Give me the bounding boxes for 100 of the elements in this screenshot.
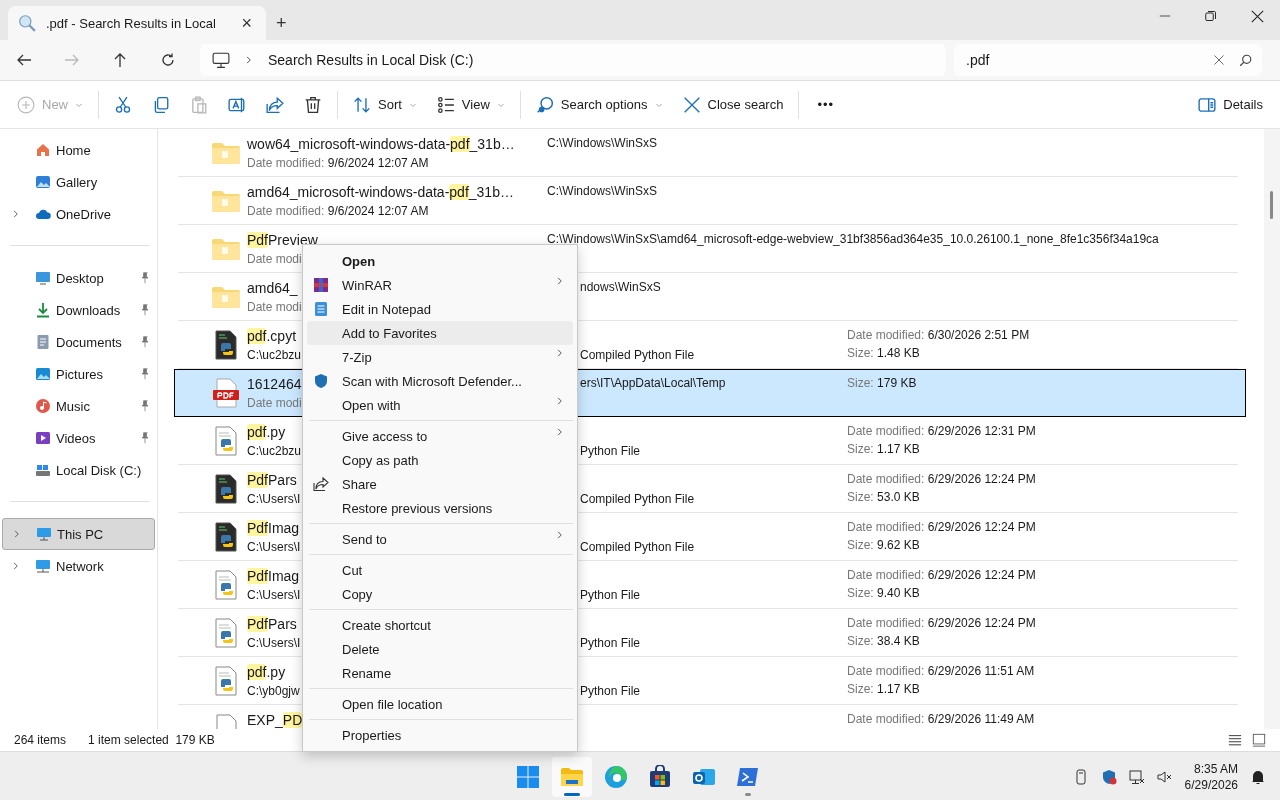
toolbar-button[interactable]: View [427, 89, 514, 120]
close-icon [1250, 9, 1264, 23]
notification-icon [1250, 769, 1266, 785]
file-size: Size: 1.17 KB [847, 680, 920, 698]
sidebar-item[interactable]: Local Disk (C:) [2, 454, 155, 486]
pictures-icon [35, 366, 51, 382]
store-icon [648, 765, 672, 789]
copy-icon [152, 95, 170, 114]
home-icon [35, 142, 51, 158]
file-row[interactable]: wow64_microsoft-windows-data-pdf_31b… Date modified: 9/6/2024 12:07 AM C:\Windows\WinSxS [178, 129, 1238, 177]
file-type: Compiled Python File [580, 490, 695, 508]
sidebar-item[interactable]: Downloads [2, 294, 155, 326]
browser-tab[interactable]: .pdf - Search Results in Local × [8, 6, 266, 40]
sidebar-item[interactable]: Documents [2, 326, 155, 358]
file-type: Compiled Python File [580, 538, 695, 556]
sidebar-item[interactable]: This PC [2, 518, 155, 550]
chevron-right-icon [11, 561, 21, 571]
menu-item[interactable]: WinRAR [307, 273, 573, 297]
sidebar-item[interactable]: Gallery [2, 166, 155, 198]
videos-icon [35, 430, 51, 446]
sidebar-item[interactable]: Network [2, 550, 155, 582]
submenu-chevron-icon [555, 276, 565, 286]
file-size: Size: 9.40 KB [847, 584, 920, 602]
menu-item[interactable]: Create shortcut [307, 613, 573, 637]
sidebar-item[interactable]: Home [2, 134, 155, 166]
submenu-chevron-icon [555, 427, 565, 437]
menu-item[interactable]: Open with [307, 393, 573, 417]
shield-icon [313, 373, 329, 389]
address-bar[interactable]: Search Results in Local Disk (C:) [200, 44, 946, 76]
toolbar-button[interactable]: Close search [673, 89, 793, 120]
file-detail: C:\yb0gjw [247, 682, 300, 700]
pin-icon [139, 368, 151, 380]
pin-icon [139, 400, 151, 412]
forward-arrow-icon [64, 52, 80, 68]
file-location: ers\IT\AppData\Local\Temp [580, 375, 726, 392]
network-icon [35, 558, 51, 574]
file-detail: Date modified: 9/6/2024 12:07 AM [247, 202, 429, 220]
clock[interactable]: 8:35 AM 6/29/2026 [1184, 761, 1238, 793]
date-modified: Date modified: 6/29/2026 11:49 AM [847, 710, 1035, 728]
sidebar-item[interactable]: Music [2, 390, 155, 422]
selection-info: 1 item selected 179 KB [88, 733, 215, 747]
file-name: PdfPreview [247, 230, 318, 250]
menu-item[interactable]: 7-Zip [307, 345, 573, 369]
menu-item[interactable]: Scan with Microsoft Defender... [307, 369, 573, 393]
menu-item[interactable]: Send to [307, 527, 573, 551]
file-name: pdf.py [247, 662, 286, 682]
computer-icon [212, 51, 230, 69]
file-detail: Date modi [247, 298, 302, 316]
new-tab-button[interactable]: + [272, 13, 291, 34]
rename-icon [228, 95, 246, 114]
menu-item[interactable]: Copy [307, 582, 573, 606]
terminal-icon [736, 765, 760, 789]
file-name: PdfPars [247, 470, 297, 490]
file-size: Size: 38.4 KB [847, 632, 920, 650]
gallery-icon [35, 174, 51, 190]
toolbar-button[interactable]: Details [1189, 89, 1272, 120]
chevron-right-icon [12, 529, 22, 539]
date-modified: Date modified: 6/29/2026 12:31 PM [847, 422, 1036, 440]
sidebar-item[interactable]: Desktop [2, 262, 155, 294]
menu-item[interactable]: Cut [307, 558, 573, 582]
file-name: amd64_microsoft-windows-data-pdf_31b… [247, 182, 514, 202]
sidebar-item[interactable]: OneDrive [2, 198, 155, 230]
search-icon [18, 14, 36, 32]
date-modified: Date modified: 6/29/2026 12:24 PM [847, 518, 1036, 536]
submenu-chevron-icon [555, 396, 565, 406]
file-type: Python File [580, 634, 641, 652]
menu-item[interactable]: Share [307, 472, 573, 496]
scrollbar[interactable] [1264, 129, 1280, 729]
file-detail: C:\uc2bzu [247, 346, 302, 364]
plus-icon [17, 95, 35, 114]
pin-icon [139, 336, 151, 348]
file-name: 1612464 [247, 375, 302, 394]
taskbar-app[interactable] [552, 757, 592, 797]
file-location: C:\Windows\WinSxS [547, 134, 658, 152]
file-name: PdfPars [247, 614, 297, 634]
sidebar-item[interactable]: Videos [2, 422, 155, 454]
toolbar-button[interactable]: Search options [526, 89, 672, 120]
desktop-icon [35, 270, 51, 286]
item-count: 264 items [14, 733, 67, 747]
tab-close-button[interactable]: × [237, 12, 256, 34]
file-detail: Date modi [247, 250, 302, 268]
tiles-view-button[interactable] [1252, 733, 1266, 747]
pin-icon [139, 272, 151, 284]
menu-item[interactable]: Edit in Notepad [307, 297, 573, 321]
date-modified: Date modified: 6/29/2026 12:24 PM [847, 470, 1036, 488]
toolbar-button[interactable]: Sort [344, 89, 426, 120]
menu-item[interactable]: Add to Favorites [307, 321, 573, 345]
details-pane-icon [1198, 95, 1217, 114]
search-field[interactable]: .pdf [954, 44, 1262, 76]
more-button[interactable]: ••• [805, 91, 847, 118]
menu-item[interactable]: Give access to [307, 424, 573, 448]
file-detail: C:\Users\I [247, 490, 301, 508]
file-type: Python File [580, 586, 641, 604]
menu-item[interactable]: Properties [307, 723, 573, 747]
chevron-right-icon [11, 209, 21, 219]
menu-item[interactable]: Open [307, 249, 573, 273]
sidebar-item[interactable]: Pictures [2, 358, 155, 390]
file-row[interactable]: amd64_microsoft-windows-data-pdf_31b… Date modified: 9/6/2024 12:07 AM C:\Windows\WinSxS [178, 177, 1238, 225]
details-view-button[interactable] [1228, 733, 1242, 747]
menu-item[interactable]: Rename [307, 661, 573, 685]
